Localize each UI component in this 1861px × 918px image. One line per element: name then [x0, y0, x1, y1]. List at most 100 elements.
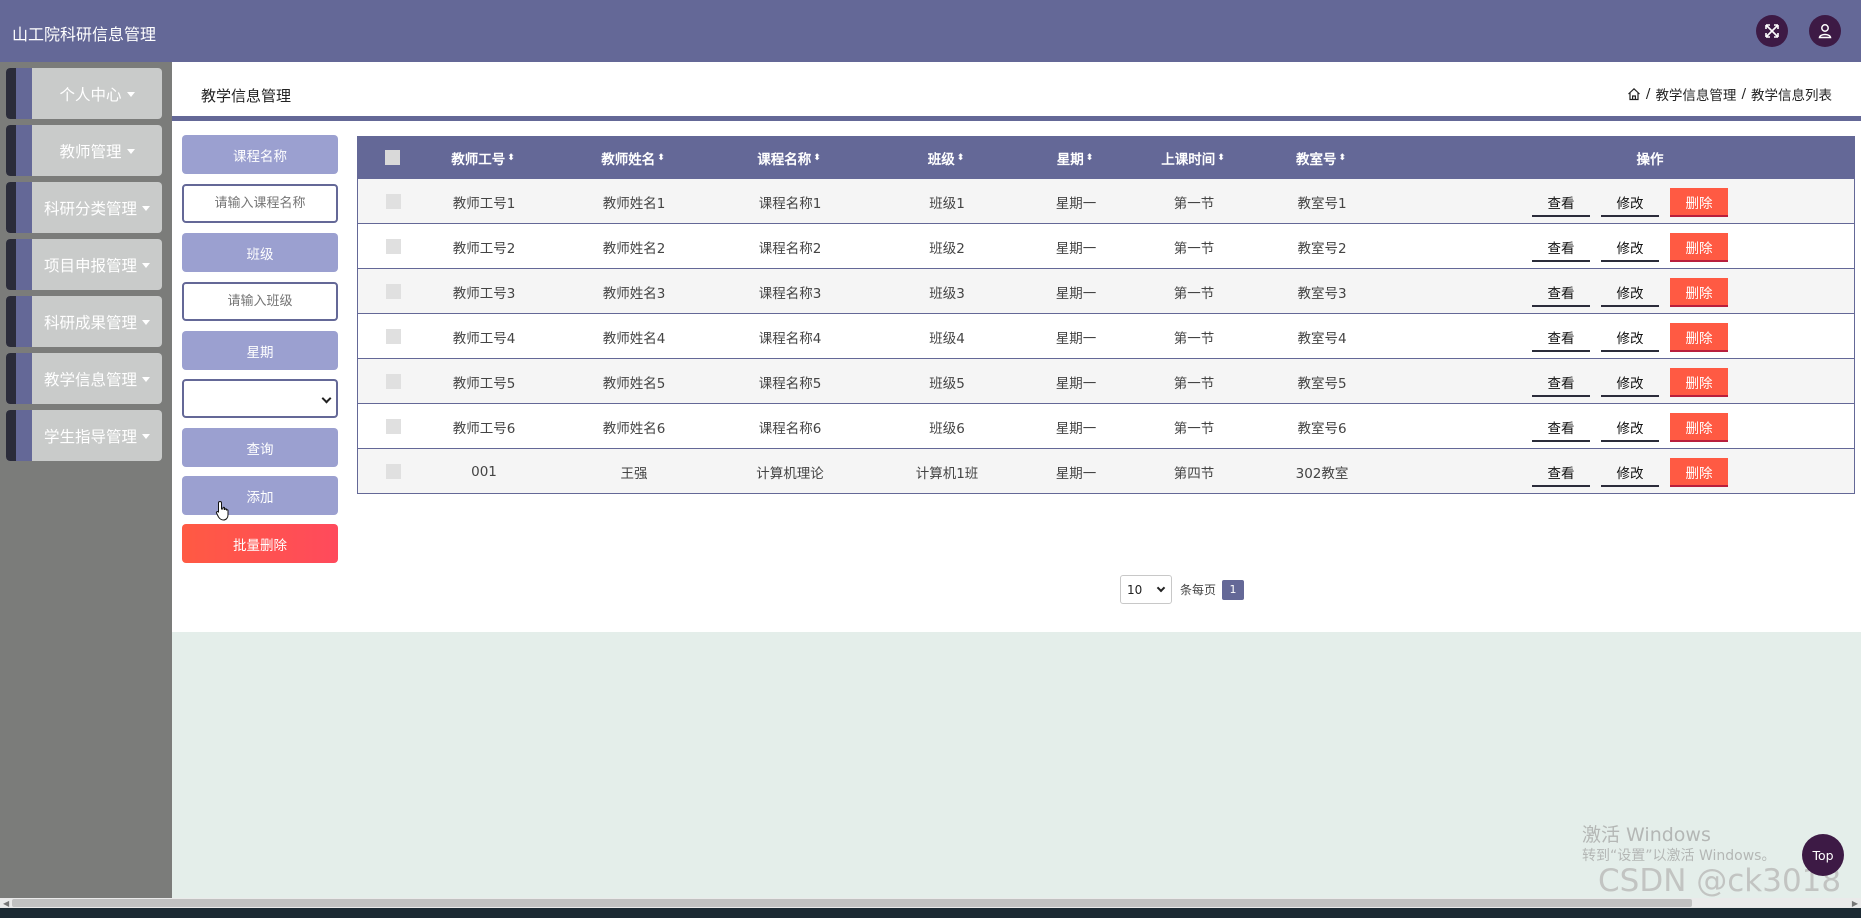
sort-icon[interactable]: ⬍ [957, 153, 965, 163]
weekday-select[interactable] [182, 379, 338, 418]
cell-weekday: 星期一 [1055, 330, 1097, 347]
view-button[interactable]: 查看 [1532, 323, 1590, 352]
batch-delete-button[interactable]: 批量删除 [182, 524, 338, 563]
sidebar-item-project-applications[interactable]: 项目申报管理 [6, 239, 162, 290]
cell-class-time: 第一节 [1173, 330, 1215, 347]
column-header-class[interactable]: 班级 ⬍ [910, 136, 982, 179]
horizontal-scrollbar[interactable]: ◀ ▶ [0, 898, 1861, 908]
view-button[interactable]: 查看 [1532, 368, 1590, 397]
sort-icon[interactable]: ⬍ [1217, 153, 1225, 163]
sidebar-item-student-guidance[interactable]: 学生指导管理 [6, 410, 162, 461]
sort-icon[interactable]: ⬍ [657, 153, 665, 163]
home-icon[interactable] [1627, 87, 1641, 101]
page-title: 教学信息管理 [201, 87, 292, 105]
sidebar-item-research-categories[interactable]: 科研分类管理 [6, 182, 162, 233]
edit-button[interactable]: 修改 [1601, 188, 1659, 217]
sidebar-item-label: 学生指导管理 [43, 427, 137, 446]
column-header-teacher-id[interactable]: 教师工号 ⬍ [437, 136, 529, 179]
row-checkbox[interactable] [386, 194, 401, 209]
delete-button[interactable]: 删除 [1670, 323, 1728, 352]
cell-course-name: 课程名称3 [758, 285, 822, 302]
edit-button[interactable]: 修改 [1601, 458, 1659, 487]
page-header: 教学信息管理 / 教学信息管理 / 教学信息列表 [172, 62, 1861, 121]
edit-button[interactable]: 修改 [1601, 413, 1659, 442]
breadcrumb-item-teaching-info[interactable]: 教学信息管理 [1655, 84, 1736, 104]
delete-button[interactable]: 删除 [1670, 278, 1728, 307]
breadcrumb-separator: / [1645, 86, 1651, 102]
view-button[interactable]: 查看 [1532, 413, 1590, 442]
table-row: 教师工号6 教师姓名6 课程名称6 班级6 星期一 第一节 教室号6 查看 修改… [357, 404, 1855, 449]
cell-teacher-id: 教师工号6 [452, 420, 516, 437]
sidebar-item-label: 教学信息管理 [43, 370, 137, 389]
add-button[interactable]: 添加 [182, 476, 338, 515]
scroll-left-icon[interactable]: ◀ [3, 899, 9, 908]
row-checkbox[interactable] [386, 239, 401, 254]
sidebar-item-label: 科研分类管理 [43, 199, 137, 218]
sidebar-item-teaching-info[interactable]: 教学信息管理 [6, 353, 162, 404]
column-header-classroom[interactable]: 教室号 ⬍ [1275, 136, 1367, 179]
search-button[interactable]: 查询 [182, 428, 338, 467]
cell-teacher-id: 教师工号4 [452, 330, 516, 347]
edit-button[interactable]: 修改 [1601, 278, 1659, 307]
view-button[interactable]: 查看 [1532, 458, 1590, 487]
back-to-top-button[interactable]: Top [1802, 834, 1844, 876]
sidebar-item-research-results[interactable]: 科研成果管理 [6, 296, 162, 347]
cell-teacher-id: 001 [471, 463, 497, 480]
view-button[interactable]: 查看 [1532, 188, 1590, 217]
select-all-checkbox[interactable] [385, 150, 400, 165]
column-header-teacher-name[interactable]: 教师姓名 ⬍ [587, 136, 679, 179]
delete-button[interactable]: 删除 [1670, 458, 1728, 487]
csdn-watermark: CSDN @ck3018 [1598, 863, 1842, 899]
app-title: 山工院科研信息管理 [12, 25, 157, 44]
view-button[interactable]: 查看 [1532, 233, 1590, 262]
delete-button[interactable]: 删除 [1670, 413, 1728, 442]
course-name-input[interactable] [182, 184, 338, 223]
cell-class: 班级6 [929, 420, 965, 437]
cell-course-name: 课程名称6 [758, 420, 822, 437]
cell-teacher-id: 教师工号3 [452, 285, 516, 302]
row-checkbox[interactable] [386, 464, 401, 479]
sort-icon[interactable]: ⬍ [813, 153, 821, 163]
delete-button[interactable]: 删除 [1670, 233, 1728, 262]
sidebar: 个人中心 教师管理 科研分类管理 项目申报管理 科研成果管理 教学信息管理 学生… [0, 62, 172, 898]
cell-teacher-name: 教师姓名1 [602, 195, 666, 212]
delete-button[interactable]: 删除 [1670, 188, 1728, 217]
column-header-class-time[interactable]: 上课时间 ⬍ [1147, 136, 1239, 179]
edit-button[interactable]: 修改 [1601, 323, 1659, 352]
cell-classroom: 教室号3 [1297, 285, 1347, 302]
page-number-current[interactable]: 1 [1222, 579, 1245, 600]
table-row: 教师工号4 教师姓名4 课程名称4 班级4 星期一 第一节 教室号4 查看 修改… [357, 314, 1855, 359]
fullscreen-button[interactable] [1756, 15, 1788, 47]
column-header-weekday[interactable]: 星期 ⬍ [1039, 136, 1111, 179]
row-checkbox[interactable] [386, 374, 401, 389]
cell-weekday: 星期一 [1055, 285, 1097, 302]
page-size-value: 10 [1127, 582, 1143, 597]
cell-course-name: 课程名称1 [758, 195, 822, 212]
page-size-select[interactable]: 10 [1120, 575, 1172, 604]
scrollbar-thumb[interactable] [12, 899, 1692, 907]
row-checkbox[interactable] [386, 284, 401, 299]
cell-class: 班级1 [929, 195, 965, 212]
table-header: 教师工号 ⬍ 教师姓名 ⬍ 课程名称 ⬍ 班级 ⬍ 星期 ⬍ 上课时间 ⬍ 教室号 ⬍ 操作 [357, 136, 1855, 179]
row-checkbox[interactable] [386, 329, 401, 344]
class-input[interactable] [182, 282, 338, 321]
sidebar-item-teachers[interactable]: 教师管理 [6, 125, 162, 176]
cell-weekday: 星期一 [1055, 465, 1097, 482]
user-button[interactable] [1809, 15, 1841, 47]
view-button[interactable]: 查看 [1532, 278, 1590, 307]
os-taskbar [0, 908, 1861, 918]
sort-icon[interactable]: ⬍ [1086, 153, 1094, 163]
column-header-course-name[interactable]: 课程名称 ⬍ [743, 136, 835, 179]
cell-classroom: 教室号2 [1297, 240, 1347, 257]
caret-down-icon [142, 376, 150, 382]
sidebar-item-profile[interactable]: 个人中心 [6, 68, 162, 119]
sort-icon[interactable]: ⬍ [1338, 153, 1346, 163]
edit-button[interactable]: 修改 [1601, 233, 1659, 262]
delete-button[interactable]: 删除 [1670, 368, 1728, 397]
scroll-right-icon[interactable]: ▶ [1852, 899, 1858, 908]
sort-icon[interactable]: ⬍ [507, 153, 515, 163]
edit-button[interactable]: 修改 [1601, 368, 1659, 397]
cell-course-name: 课程名称2 [758, 240, 822, 257]
row-checkbox[interactable] [386, 419, 401, 434]
caret-down-icon [142, 262, 150, 268]
